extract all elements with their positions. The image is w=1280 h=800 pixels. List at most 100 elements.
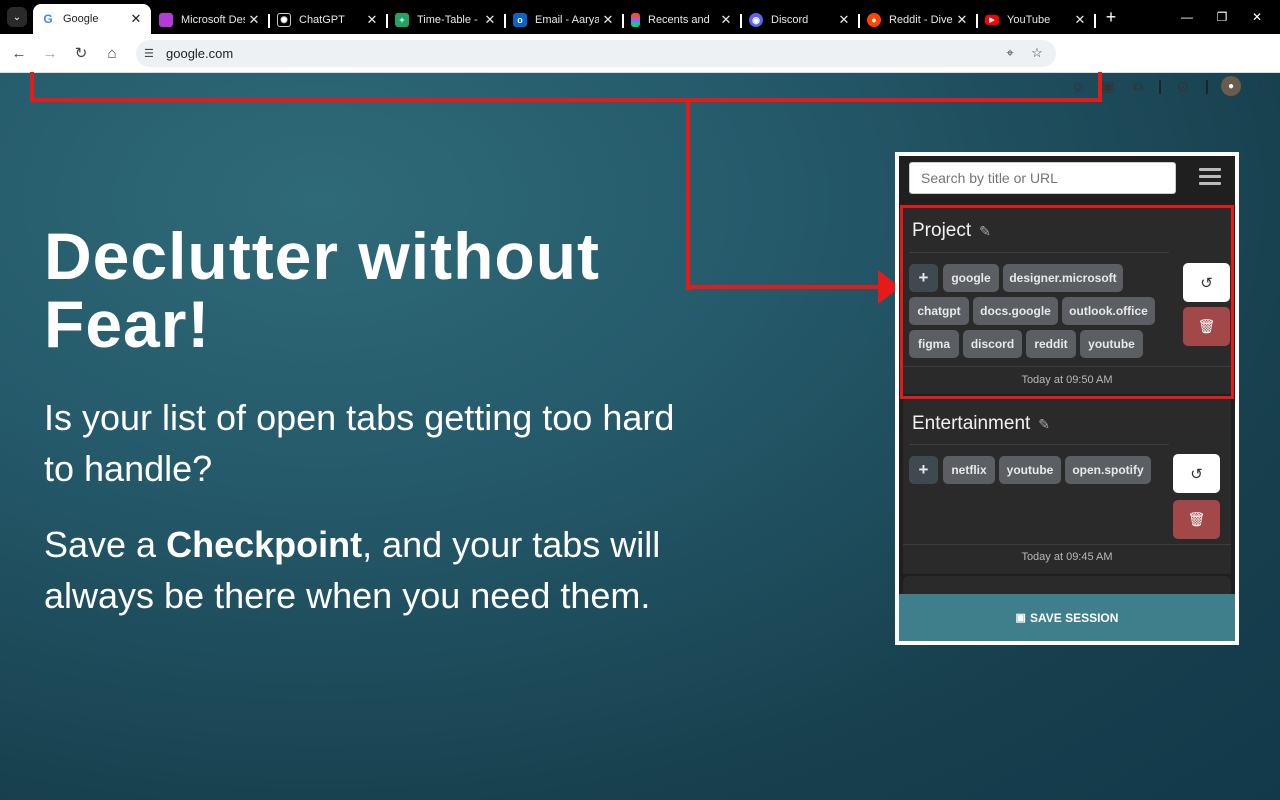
browser-toolbar: ← → ↻ ⌂ ☰ google.com ⌖ ☆ ☺ ▣ ⧉ ⊙ ● ⋮	[0, 34, 1280, 96]
reddit-icon: ●	[867, 13, 881, 27]
restore-session-button[interactable]: ↺	[1173, 454, 1220, 493]
arrow-left-icon: ←	[11, 44, 27, 62]
hamburger-menu-icon[interactable]	[1199, 168, 1221, 186]
close-icon[interactable]: ✕	[717, 12, 735, 28]
tab-time-table[interactable]: + Time-Table - ✕	[387, 6, 506, 34]
extensions-puzzle-icon[interactable]: ⧉	[1128, 76, 1148, 96]
home-icon: ⌂	[107, 44, 117, 62]
close-icon[interactable]: ✕	[835, 12, 853, 28]
session-card-partial	[903, 576, 1231, 596]
hero-paragraph-1: Is your list of open tabs getting too ha…	[44, 397, 675, 489]
session-title: Entertainment ✎	[912, 413, 1050, 435]
youtube-icon: ▶	[985, 15, 999, 25]
hero-headline: Declutter without Fear!	[44, 219, 600, 361]
new-tab-button[interactable]: +	[1101, 7, 1121, 28]
tab-google[interactable]: G Google ✕	[33, 4, 151, 34]
minimize-icon: —	[1181, 10, 1193, 24]
tab-label: ChatGPT	[299, 14, 345, 26]
close-icon: ✕	[1251, 10, 1263, 24]
chatgpt-icon: ✺	[277, 13, 291, 27]
close-icon[interactable]: ✕	[599, 12, 617, 28]
session-timestamp: Today at 09:45 AM	[1021, 551, 1113, 563]
close-icon[interactable]: ✕	[1071, 12, 1089, 28]
tab-label: Microsoft Des	[181, 14, 245, 26]
para2-start: Save a	[44, 524, 167, 565]
toolbar-separator	[1206, 80, 1208, 94]
outlook-icon: o	[513, 13, 527, 27]
callout-line	[686, 98, 690, 290]
microsoft-designer-icon	[159, 13, 173, 27]
search-input[interactable]	[909, 162, 1176, 194]
profile-avatar[interactable]: ●	[1221, 76, 1241, 96]
google-lens-icon[interactable]: ⊙	[1173, 76, 1193, 96]
tab-chip[interactable]: open.spotify	[1065, 456, 1151, 484]
divider	[903, 544, 1231, 545]
tab-label: Time-Table -	[417, 14, 478, 26]
edit-icon[interactable]: ✎	[1038, 416, 1050, 433]
reload-icon: ↻	[74, 45, 88, 62]
tab-label: YouTube	[1007, 14, 1051, 26]
bookmark-star-icon[interactable]: ☆	[1029, 45, 1045, 61]
tab-figma[interactable]: Recents and ✕	[623, 6, 742, 34]
add-tab-button[interactable]: +	[909, 456, 938, 484]
tab-chip[interactable]: netflix	[943, 456, 995, 484]
tab-strip: ⌄ G Google ✕ Microsoft Des ✕ ✺ ChatGPT ✕…	[0, 0, 1280, 34]
popup-body: Project ✎ + google designer.microsoft ch…	[899, 156, 1235, 641]
tab-label: Reddit - Dive	[889, 14, 953, 26]
session-card-entertainment: Entertainment ✎ + netflix youtube open.s…	[903, 399, 1231, 574]
close-icon[interactable]: ✕	[481, 12, 499, 28]
more-menu-icon[interactable]: ⋮	[1251, 76, 1271, 96]
back-button[interactable]: ←	[7, 41, 31, 65]
close-window-button[interactable]: ✕	[1234, 0, 1280, 34]
tab-reddit[interactable]: ● Reddit - Dive ✕	[859, 6, 978, 34]
extension-avatar-icon[interactable]: ☺	[1068, 76, 1088, 96]
tab-label: Email - Aarya	[535, 14, 599, 26]
close-icon[interactable]: ✕	[363, 12, 381, 28]
tab-youtube[interactable]: ▶ YouTube ✕	[977, 6, 1096, 34]
para2-bold: Checkpoint	[166, 524, 363, 565]
extension-popup: Project ✎ + google designer.microsoft ch…	[895, 152, 1239, 645]
site-info-icon[interactable]: ☰	[144, 47, 160, 60]
close-icon[interactable]: ✕	[953, 12, 971, 28]
tab-label: Discord	[771, 14, 809, 26]
close-icon[interactable]: ✕	[127, 11, 145, 27]
google-icon: G	[41, 12, 55, 26]
google-sheets-icon: +	[395, 13, 409, 27]
tab-label: Recents and	[648, 14, 710, 26]
forward-button[interactable]: →	[38, 41, 62, 65]
tab-chatgpt[interactable]: ✺ ChatGPT ✕	[269, 6, 388, 34]
divider	[909, 444, 1169, 445]
tab-email[interactable]: o Email - Aarya ✕	[505, 6, 624, 34]
tab-microsoft-designer[interactable]: Microsoft Des ✕	[151, 6, 270, 34]
address-bar[interactable]: ☰ google.com ⌖ ☆	[136, 40, 1056, 67]
callout-line	[30, 98, 1102, 102]
tab-separator	[1094, 14, 1096, 28]
tab-discord[interactable]: ◉ Discord ✕	[741, 6, 860, 34]
tab-label: Google	[63, 13, 99, 25]
session-name: Entertainment	[912, 413, 1031, 434]
trash-icon: 🗑	[1187, 511, 1206, 527]
save-session-label: SAVE SESSION	[1029, 610, 1119, 625]
delete-session-button[interactable]: 🗑	[1173, 500, 1220, 539]
highlight-box	[900, 205, 1234, 399]
toolbar-separator	[1159, 80, 1161, 94]
url-text: google.com	[166, 46, 234, 61]
floppy-disk-icon: ▣	[1015, 612, 1026, 624]
callout-line	[686, 285, 882, 289]
plus-icon: +	[1105, 6, 1117, 27]
close-icon[interactable]: ✕	[245, 12, 263, 28]
history-icon: ↺	[1190, 465, 1203, 483]
tab-search-button[interactable]: ⌄	[7, 7, 27, 27]
location-pin-icon[interactable]: ⌖	[1002, 45, 1018, 61]
figma-icon	[631, 13, 640, 27]
tab-chip[interactable]: youtube	[999, 456, 1061, 484]
reload-button[interactable]: ↻	[69, 41, 93, 65]
arrow-right-icon: →	[42, 44, 58, 62]
save-session-button[interactable]: ▣ SAVE SESSION	[899, 594, 1235, 641]
home-button[interactable]: ⌂	[100, 41, 124, 65]
discord-icon: ◉	[749, 13, 763, 27]
restore-window-icon: ❐	[1216, 10, 1228, 24]
callout-line	[1098, 72, 1102, 102]
hero-paragraph-2: Save a Checkpoint, and your tabs will al…	[44, 519, 684, 621]
chevron-down-icon: ⌄	[12, 11, 22, 23]
